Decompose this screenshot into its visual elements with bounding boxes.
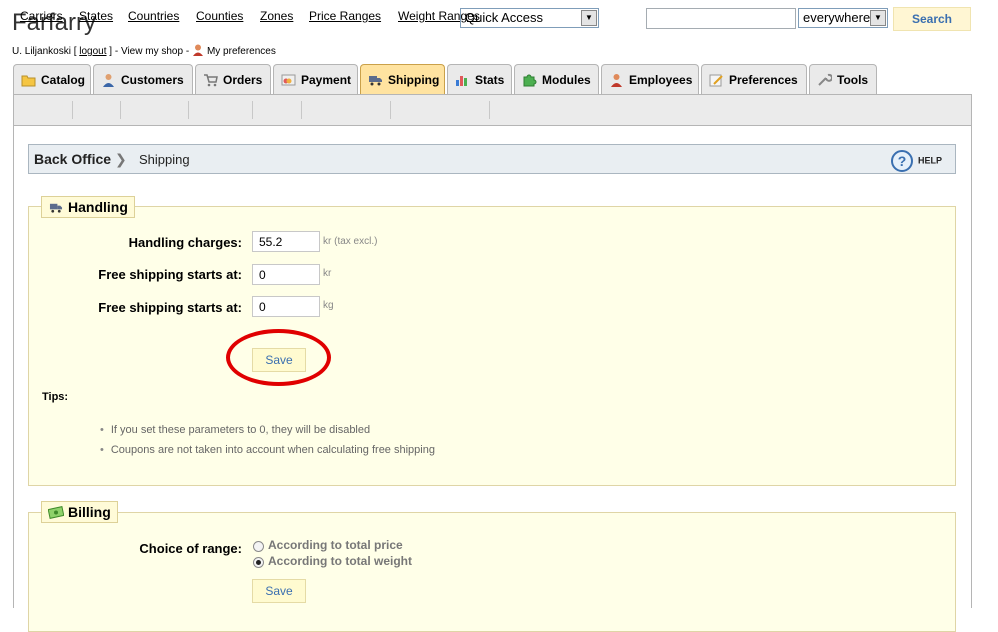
my-preferences-link[interactable]: My preferences: [207, 46, 276, 57]
help-label: HELP: [918, 155, 943, 166]
free-shipping-price-label: Free shipping starts at:: [98, 267, 242, 282]
breadcrumb-current: Shipping: [139, 152, 190, 167]
subnav-price-ranges[interactable]: Price Ranges: [309, 9, 381, 23]
billing-save-button[interactable]: Save: [252, 579, 306, 603]
free-shipping-price-input[interactable]: [252, 264, 320, 285]
subnav-countries[interactable]: Countries: [128, 9, 179, 23]
range-weight-label[interactable]: According to total weight: [268, 554, 412, 568]
tab-label: Payment: [301, 73, 352, 87]
free-shipping-weight-label: Free shipping starts at:: [98, 300, 242, 315]
tab-label: Tools: [837, 73, 869, 87]
search-scope-select[interactable]: everywhere ▼: [798, 8, 888, 28]
handling-legend-label: Handling: [68, 199, 128, 215]
chevron-right-icon: ❯: [115, 151, 127, 167]
subnav-zones[interactable]: Zones: [260, 9, 293, 23]
tip-item: If you set these parameters to 0, they w…: [100, 424, 370, 436]
puzzle-icon: [523, 74, 537, 87]
tab-tools[interactable]: Tools: [809, 64, 877, 95]
help-button[interactable]: ? HELP: [890, 149, 942, 173]
choice-of-range-label: Choice of range:: [139, 541, 242, 556]
free-shipping-price-unit: kr: [323, 268, 332, 279]
tab-label: Orders: [223, 73, 263, 87]
search-button[interactable]: Search: [893, 7, 971, 31]
search-input[interactable]: [646, 8, 796, 29]
tab-label: Employees: [629, 73, 693, 87]
tab-customers[interactable]: Customers: [93, 64, 193, 95]
tab-label: Modules: [542, 73, 591, 87]
user-line: U. Liljankoski [ logout ] - View my shop…: [12, 44, 276, 59]
subnav-divider: [489, 101, 490, 119]
user-icon: [192, 44, 204, 59]
user-name: U. Liljankoski: [12, 46, 71, 57]
tab-label: Customers: [121, 73, 184, 87]
range-price-label[interactable]: According to total price: [268, 538, 403, 552]
free-shipping-weight-input[interactable]: [252, 296, 320, 317]
handling-charges-unit: kr (tax excl.): [323, 236, 378, 247]
stats-icon: [456, 76, 467, 86]
search-scope-value: everywhere: [803, 10, 871, 25]
tab-stats[interactable]: Stats: [447, 64, 512, 95]
help-icon: ?: [891, 150, 913, 172]
tab-preferences[interactable]: Preferences: [701, 64, 807, 95]
tab-modules[interactable]: Modules: [514, 64, 599, 95]
preferences-icon: [709, 74, 723, 87]
billing-legend: Billing: [41, 501, 118, 523]
tab-payment[interactable]: Payment: [273, 64, 358, 95]
tab-label: Shipping: [388, 73, 440, 87]
svg-text:?: ?: [898, 153, 907, 169]
handling-legend: Handling: [41, 196, 135, 218]
folder-icon: [21, 75, 36, 87]
tab-label: Stats: [475, 73, 505, 87]
payment-icon: [281, 74, 296, 86]
range-weight-radio[interactable]: [253, 557, 264, 568]
billing-fieldset: [28, 512, 956, 632]
subnav-divider: [301, 101, 302, 119]
subnav-divider: [72, 101, 73, 119]
money-icon: [48, 506, 64, 519]
tips-label: Tips:: [42, 391, 69, 403]
chevron-down-icon[interactable]: ▼: [870, 10, 886, 26]
handling-charges-label: Handling charges:: [128, 235, 242, 250]
subnav-divider: [390, 101, 391, 119]
subnav-divider: [252, 101, 253, 119]
range-price-radio[interactable]: [253, 541, 264, 552]
subnav-divider: [188, 101, 189, 119]
truck-icon: [369, 76, 382, 86]
cart-icon: [204, 74, 218, 87]
tab-catalog[interactable]: Catalog: [13, 64, 91, 95]
sub-navigation: [13, 94, 972, 126]
wrench-icon: [818, 73, 832, 86]
tip-item: Coupons are not taken into account when …: [100, 444, 435, 456]
billing-legend-label: Billing: [68, 504, 111, 520]
tab-label: Preferences: [729, 73, 798, 87]
truck-icon: [49, 203, 63, 213]
chevron-down-icon[interactable]: ▼: [581, 10, 597, 26]
subnav-states[interactable]: States: [79, 9, 113, 23]
tab-employees[interactable]: Employees: [601, 64, 699, 95]
subnav-counties[interactable]: Counties: [196, 9, 243, 23]
logout-link[interactable]: logout: [79, 46, 106, 57]
subnav-carriers[interactable]: Carriers: [20, 9, 63, 23]
view-shop-link[interactable]: View my shop: [121, 46, 183, 57]
breadcrumb-root[interactable]: Back Office: [34, 151, 111, 167]
tab-label: Catalog: [41, 73, 86, 87]
tab-orders[interactable]: Orders: [195, 64, 271, 95]
free-shipping-weight-unit: kg: [323, 300, 334, 311]
employee-icon: [611, 74, 622, 87]
tab-shipping[interactable]: Shipping: [360, 64, 445, 95]
subnav-divider: [120, 101, 121, 119]
quick-access-select[interactable]: Quick Access ▼: [460, 8, 599, 28]
handling-charges-input[interactable]: [252, 231, 320, 252]
highlight-circle: [226, 329, 331, 386]
subnav-weight-ranges[interactable]: Weight Ranges: [398, 9, 480, 23]
customer-icon: [103, 74, 114, 87]
